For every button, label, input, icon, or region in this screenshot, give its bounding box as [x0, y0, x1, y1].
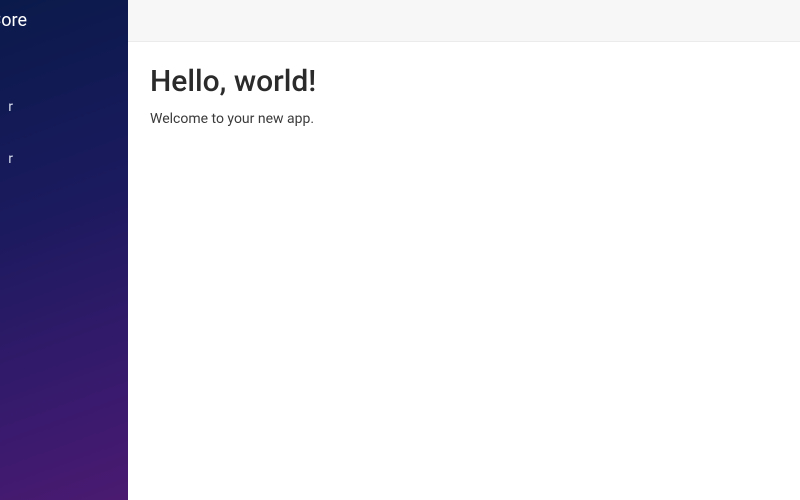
page-subtext: Welcome to your new app. — [150, 111, 778, 127]
sidebar-item-1[interactable]: r — [0, 143, 128, 175]
sidebar-item-0[interactable]: r — [0, 91, 128, 123]
sidebar-item-label: r — [8, 151, 13, 167]
brand-label: ms Core — [0, 10, 27, 31]
sidebar: ms Core r r — [0, 0, 128, 500]
main-content: Hello, world! Welcome to your new app. — [128, 42, 800, 500]
sidebar-item-label: r — [8, 99, 13, 115]
content-area: Hello, world! Welcome to your new app. — [128, 0, 800, 500]
page-heading: Hello, world! — [150, 64, 778, 99]
topbar — [128, 0, 800, 42]
brand-title[interactable]: ms Core — [0, 0, 128, 41]
sidebar-nav: r r — [0, 91, 128, 175]
